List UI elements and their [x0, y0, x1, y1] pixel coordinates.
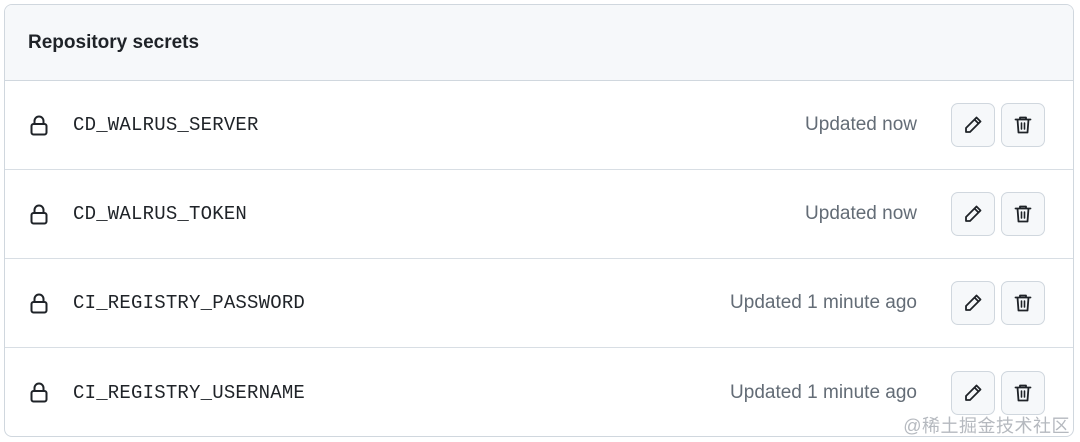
lock-icon: [29, 203, 49, 225]
pencil-icon: [965, 294, 982, 311]
trash-icon: [1014, 384, 1032, 401]
updated-timestamp: Updated now: [805, 114, 917, 135]
secret-name: CI_REGISTRY_PASSWORD: [73, 292, 306, 314]
edit-secret-button[interactable]: [951, 370, 995, 415]
watermark: @稀土掘金技术社区: [903, 416, 1070, 436]
updated-timestamp: Updated 1 minute ago: [730, 292, 917, 313]
section-title: Repository secrets: [28, 31, 200, 53]
secret-name: CI_REGISTRY_USERNAME: [73, 381, 306, 404]
updated-timestamp: Updated 1 minute ago: [730, 381, 917, 403]
edit-secret-button[interactable]: [951, 103, 995, 147]
delete-secret-button[interactable]: [1001, 281, 1045, 325]
delete-secret-button[interactable]: [1001, 192, 1045, 236]
repository-secrets-panel: Repository secrets CD_WALRUS_SERVER Upda…: [4, 4, 1074, 437]
pencil-icon: [965, 384, 982, 401]
secret-name: CD_WALRUS_SERVER: [73, 114, 259, 136]
delete-secret-button[interactable]: [1001, 103, 1045, 147]
panel-header: Repository secrets: [5, 5, 1073, 81]
lock-icon: [29, 382, 49, 404]
lock-icon: [29, 114, 49, 136]
delete-secret-button[interactable]: [1001, 370, 1045, 415]
secret-name: CD_WALRUS_TOKEN: [73, 203, 248, 225]
trash-icon: [1014, 205, 1032, 223]
updated-timestamp: Updated now: [805, 203, 917, 224]
secret-row: CD_WALRUS_TOKEN Updated now: [5, 170, 1073, 259]
trash-icon: [1014, 294, 1032, 312]
secret-row: CI_REGISTRY_PASSWORD Updated 1 minute ag…: [5, 259, 1073, 348]
edit-secret-button[interactable]: [951, 281, 995, 325]
lock-icon: [29, 292, 49, 314]
pencil-icon: [965, 205, 982, 222]
edit-secret-button[interactable]: [951, 192, 995, 236]
secret-row: CD_WALRUS_SERVER Updated now: [5, 81, 1073, 170]
trash-icon: [1014, 116, 1032, 134]
pencil-icon: [965, 116, 982, 133]
